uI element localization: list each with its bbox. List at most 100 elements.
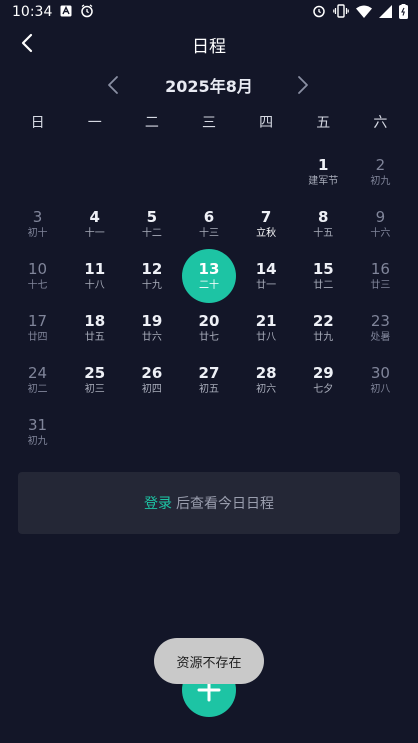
lunar-date: 廿四 xyxy=(27,331,48,343)
day-number: 31 xyxy=(28,415,48,434)
alarm-icon xyxy=(312,4,326,20)
signal-icon xyxy=(379,4,392,20)
day-number: 19 xyxy=(141,311,163,330)
lunar-date: 十一 xyxy=(84,227,105,239)
calendar-day[interactable]: 7 立秋 xyxy=(238,198,295,250)
notification-a-icon xyxy=(60,5,72,19)
calendar-day[interactable]: 31 初九 xyxy=(9,406,66,458)
lunar-date: 处暑 xyxy=(370,331,391,343)
day-number: 25 xyxy=(84,363,106,382)
day-number: 23 xyxy=(370,311,390,330)
lunar-date: 廿六 xyxy=(141,331,162,343)
weekday-header: 日 一 二 三 四 五 六 xyxy=(9,112,409,136)
vibrate-icon xyxy=(333,4,349,20)
login-link[interactable]: 登录 xyxy=(144,493,172,513)
calendar-day[interactable]: 24 初二 xyxy=(9,354,66,406)
calendar-day[interactable]: 23 处暑 xyxy=(352,302,409,354)
calendar-day[interactable]: 8 十五 xyxy=(295,198,352,250)
day-number: 4 xyxy=(89,207,100,226)
calendar-day[interactable]: 2 初九 xyxy=(352,146,409,198)
login-prompt-panel: 登录 后查看今日日程 xyxy=(18,472,400,534)
calendar-day[interactable]: 11 十八 xyxy=(66,250,123,302)
weekday-label: 三 xyxy=(201,115,216,131)
lunar-date: 十六 xyxy=(370,227,391,239)
calendar-day[interactable]: 14 廿一 xyxy=(238,250,295,302)
day-number: 26 xyxy=(141,363,163,382)
day-number: 14 xyxy=(255,259,277,278)
calendar-day[interactable]: 10 十七 xyxy=(9,250,66,302)
lunar-date: 初五 xyxy=(198,383,219,395)
weekday-label: 六 xyxy=(373,115,388,131)
calendar-day[interactable]: 3 初十 xyxy=(9,198,66,250)
back-arrow-icon xyxy=(21,33,33,53)
weekday-label: 四 xyxy=(259,115,274,131)
lunar-date: 初二 xyxy=(27,383,48,395)
calendar-empty-cell xyxy=(123,146,180,198)
lunar-date: 十二 xyxy=(141,227,162,239)
day-number: 21 xyxy=(255,311,277,330)
day-number: 1 xyxy=(318,155,329,174)
calendar-day[interactable]: 18 廿五 xyxy=(66,302,123,354)
lunar-date: 初十 xyxy=(27,227,48,239)
chevron-left-icon xyxy=(108,76,118,94)
calendar-empty-cell xyxy=(238,146,295,198)
lunar-date: 初六 xyxy=(256,383,277,395)
day-number: 11 xyxy=(84,259,106,278)
day-number: 30 xyxy=(370,363,390,382)
lunar-date: 廿三 xyxy=(370,279,391,291)
calendar-day[interactable]: 5 十二 xyxy=(123,198,180,250)
toast-message: 资源不存在 xyxy=(154,638,264,684)
calendar-day[interactable]: 4 十一 xyxy=(66,198,123,250)
lunar-date: 十三 xyxy=(198,227,219,239)
status-right xyxy=(312,3,409,21)
previous-month-button[interactable] xyxy=(98,70,128,100)
calendar-day[interactable]: 1 建军节 xyxy=(295,146,352,198)
chevron-right-icon xyxy=(298,76,308,94)
lunar-date: 立秋 xyxy=(256,227,277,239)
lunar-date: 廿九 xyxy=(313,331,334,343)
wifi-icon xyxy=(356,5,372,20)
day-number: 15 xyxy=(312,259,334,278)
day-number: 16 xyxy=(370,259,390,278)
calendar-day[interactable]: 20 廿七 xyxy=(180,302,237,354)
calendar-day[interactable]: 21 廿八 xyxy=(238,302,295,354)
day-number: 6 xyxy=(203,207,215,226)
back-button[interactable] xyxy=(12,28,42,58)
weekday-label: 五 xyxy=(316,115,331,131)
calendar-day[interactable]: 17 廿四 xyxy=(9,302,66,354)
next-month-button[interactable] xyxy=(288,70,318,100)
day-number: 28 xyxy=(255,363,277,382)
calendar-day[interactable]: 9 十六 xyxy=(352,198,409,250)
calendar-day[interactable]: 15 廿二 xyxy=(295,250,352,302)
calendar-day[interactable]: 25 初三 xyxy=(66,354,123,406)
calendar-day[interactable]: 6 十三 xyxy=(180,198,237,250)
calendar-day[interactable]: 28 初六 xyxy=(238,354,295,406)
lunar-date: 廿二 xyxy=(313,279,334,291)
alarm-clock-icon xyxy=(80,4,94,20)
lunar-date: 初三 xyxy=(84,383,105,395)
calendar-day[interactable]: 30 初八 xyxy=(352,354,409,406)
calendar-day[interactable]: 19 廿六 xyxy=(123,302,180,354)
calendar-day[interactable]: 29 七夕 xyxy=(295,354,352,406)
calendar-day[interactable]: 22 廿九 xyxy=(295,302,352,354)
calendar-day[interactable]: 16 廿三 xyxy=(352,250,409,302)
day-number: 9 xyxy=(375,207,386,226)
day-number: 20 xyxy=(198,311,220,330)
day-number: 3 xyxy=(32,207,43,226)
calendar-day[interactable]: 26 初四 xyxy=(123,354,180,406)
day-number: 7 xyxy=(260,207,272,226)
login-prompt-text: 后查看今日日程 xyxy=(176,496,274,512)
lunar-date: 廿七 xyxy=(198,331,219,343)
month-navigation: 2025年8月 xyxy=(0,68,418,102)
day-number: 29 xyxy=(312,363,334,382)
battery-icon xyxy=(399,3,409,21)
toast-text: 资源不存在 xyxy=(176,655,242,671)
calendar-day[interactable]: 27 初五 xyxy=(180,354,237,406)
calendar-day-selected[interactable]: 13 二十 xyxy=(180,249,237,303)
day-number: 2 xyxy=(375,155,386,174)
status-time: 10:34 xyxy=(12,4,53,20)
day-number: 5 xyxy=(146,207,158,226)
header: 日程 xyxy=(0,26,418,62)
calendar-day[interactable]: 12 十九 xyxy=(123,250,180,302)
lunar-date: 七夕 xyxy=(313,383,334,395)
